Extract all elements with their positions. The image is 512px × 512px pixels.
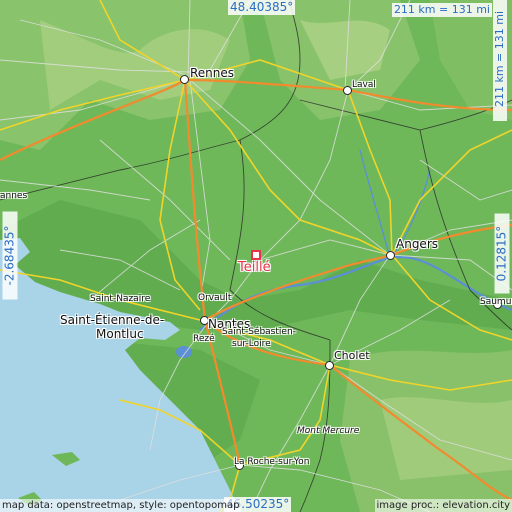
place-label-montluc: Montluc <box>96 327 144 341</box>
city-icon-rennes <box>180 75 189 84</box>
city-icon-angers <box>386 251 395 260</box>
scale-vertical: 211 km = 131 mi <box>493 0 507 121</box>
place-label-saumur: Saumur <box>480 297 512 307</box>
place-label-reze: Rezé <box>193 334 215 344</box>
elevation-map: Teillé Rennes Laval Angers Saumur Cholet… <box>0 0 512 512</box>
scale-horizontal: 211 km = 131 mi <box>391 3 492 17</box>
location-marker[interactable] <box>251 250 261 260</box>
attribution-right: image proc.: elevation.city <box>374 499 512 512</box>
place-label-sur-loire: sur-Loire <box>232 339 271 349</box>
place-label-saint-sebastien: Saint-Sébastien- <box>222 327 296 337</box>
highlight-label[interactable]: Teillé <box>238 261 271 274</box>
place-label-saint-etienne: Saint-Étienne-de- <box>60 313 165 327</box>
place-label-saint-nazaire: Saint-Nazaire <box>90 294 151 304</box>
place-label-cholet: Cholet <box>334 349 370 362</box>
coord-top: 48.40385° <box>228 0 296 15</box>
coord-left: -2.68435° <box>2 211 18 300</box>
place-label-vannes: annes <box>0 191 28 201</box>
place-label-rennes: Rennes <box>190 66 235 80</box>
coord-right: 0.12815° <box>494 213 510 294</box>
city-icon-laval <box>343 86 352 95</box>
place-label-orvault: Orvault <box>198 293 232 303</box>
place-label-angers: Angers <box>396 237 438 251</box>
place-label-mont-mercure: Mont Mercure <box>297 426 360 436</box>
city-icon-cholet <box>325 361 334 370</box>
attribution-left: map data: openstreetmap, style: opentopo… <box>0 499 242 512</box>
place-label-la-roche-sur-yon: La Roche-sur-Yon <box>234 457 310 467</box>
place-label-laval: Laval <box>352 80 376 90</box>
